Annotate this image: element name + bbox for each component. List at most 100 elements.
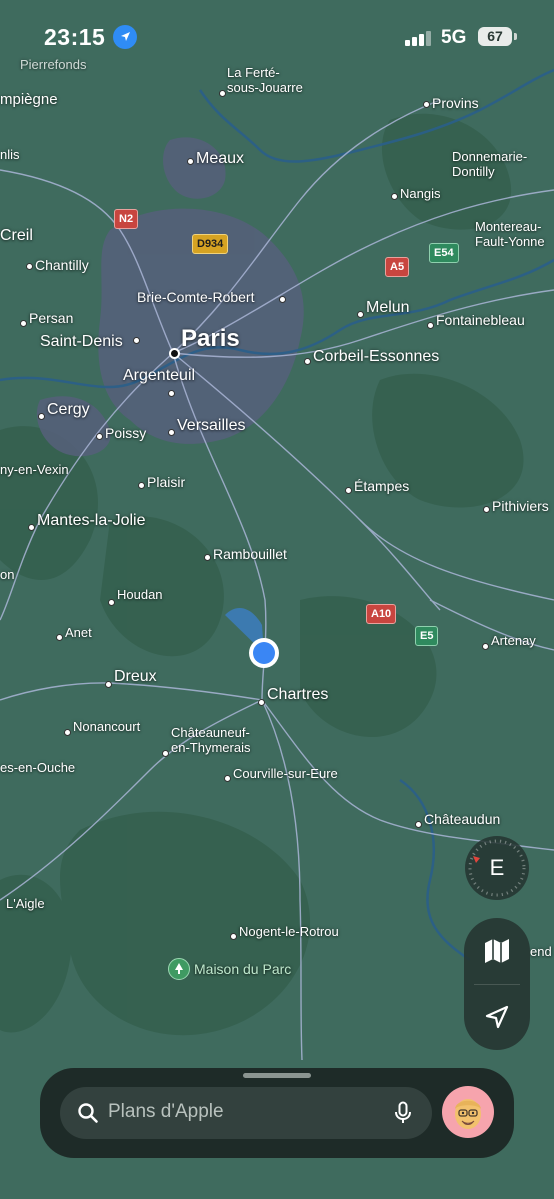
battery-icon: 67 — [478, 27, 512, 46]
town-dot — [133, 337, 140, 344]
town-dot — [423, 101, 430, 108]
capital-dot — [169, 348, 180, 359]
road-shield-e5: E5 — [415, 626, 439, 646]
place-label[interactable]: es-en-Ouche — [0, 760, 75, 776]
town-dot — [230, 933, 237, 940]
town-dot — [162, 750, 169, 757]
place-label[interactable]: Dreux — [114, 668, 157, 686]
place-label[interactable]: Mantes-la-Jolie — [37, 512, 145, 530]
place-label[interactable]: Cergy — [47, 401, 90, 419]
place-label[interactable]: on — [0, 567, 14, 583]
compass-button[interactable]: E — [465, 836, 529, 900]
town-dot — [105, 681, 112, 688]
place-label[interactable]: Fontainebleau — [436, 312, 525, 328]
capital-label[interactable]: Paris — [181, 325, 240, 353]
place-label[interactable]: Artenay — [491, 633, 536, 649]
place-label[interactable]: Nangis — [400, 186, 440, 202]
town-dot — [64, 729, 71, 736]
park-label[interactable]: Maison du Parc — [194, 961, 291, 977]
town-dot — [20, 320, 27, 327]
sheet-grabber[interactable] — [243, 1073, 311, 1078]
place-label[interactable]: Chantilly — [35, 257, 89, 273]
town-dot — [304, 358, 311, 365]
town-dot — [26, 263, 33, 270]
town-dot — [279, 296, 286, 303]
place-label[interactable]: Nonancourt — [73, 719, 140, 735]
town-dot — [187, 158, 194, 165]
town-dot — [483, 506, 490, 513]
town-dot — [258, 699, 265, 706]
place-label[interactable]: L'Aigle — [6, 896, 45, 912]
place-label[interactable]: Corbeil-Essonnes — [313, 348, 439, 366]
search-placeholder[interactable]: Plans d'Apple — [108, 1101, 224, 1123]
road-shield-d934: D934 — [192, 234, 229, 254]
place-label[interactable]: Meaux — [196, 150, 244, 168]
clock: 23:15 — [44, 24, 106, 50]
place-label[interactable]: Houdan — [117, 587, 163, 603]
place-label[interactable]: Brie-Comte-Robert — [137, 289, 254, 305]
place-label[interactable]: Chartres — [267, 686, 328, 704]
location-arrow-icon — [485, 1005, 509, 1029]
road-shield-e54: E54 — [429, 243, 459, 263]
place-label[interactable]: Anet — [65, 625, 92, 641]
town-dot — [482, 643, 489, 650]
town-dot — [108, 599, 115, 606]
place-label[interactable]: Pithiviers — [492, 498, 549, 514]
current-location-dot — [253, 642, 275, 664]
town-dot — [56, 634, 63, 641]
place-label[interactable]: La Ferté- sous-Jouarre — [227, 65, 303, 96]
profile-avatar[interactable] — [442, 1086, 494, 1138]
map-mode-button[interactable] — [464, 918, 530, 984]
cellular-signal-icon — [405, 31, 431, 46]
search-icon — [78, 1103, 98, 1123]
town-dot — [28, 524, 35, 531]
place-label[interactable]: Montereau- Fault-Yonne — [475, 219, 545, 250]
place-label[interactable]: Provins — [432, 95, 479, 111]
town-dot — [38, 413, 45, 420]
town-dot — [345, 487, 352, 494]
town-dot — [427, 322, 434, 329]
place-label[interactable]: Versailles — [177, 417, 245, 435]
place-label[interactable]: Pierrefonds — [20, 57, 86, 73]
place-label[interactable]: Argenteuil — [123, 367, 195, 385]
place-label[interactable]: Poissy — [105, 425, 146, 441]
place-label[interactable]: Creil — [0, 227, 33, 245]
town-dot — [415, 821, 422, 828]
park-icon[interactable] — [168, 958, 190, 980]
place-label[interactable]: Châteaudun — [424, 811, 500, 827]
place-label[interactable]: Melun — [366, 299, 410, 317]
map-controls — [464, 918, 530, 1050]
place-label[interactable]: Persan — [29, 310, 73, 326]
battery-tip — [514, 33, 517, 40]
place-label[interactable]: end — [530, 944, 552, 960]
place-label[interactable]: Rambouillet — [213, 546, 287, 562]
place-label[interactable]: Saint-Denis — [40, 333, 123, 351]
microphone-icon[interactable] — [394, 1101, 412, 1125]
town-dot — [204, 554, 211, 561]
place-label[interactable]: Nogent-le-Rotrou — [239, 924, 339, 940]
place-label[interactable]: Étampes — [354, 478, 409, 494]
network-type: 5G — [441, 27, 467, 48]
compass-heading: E — [489, 855, 505, 880]
place-label[interactable]: nlis — [0, 147, 20, 163]
town-dot — [96, 433, 103, 440]
place-label[interactable]: Plaisir — [147, 474, 185, 490]
location-services-icon — [113, 25, 137, 49]
town-dot — [391, 193, 398, 200]
town-dot — [357, 311, 364, 318]
place-label[interactable]: ny-en-Vexin — [0, 462, 69, 478]
search-field[interactable]: Plans d'Apple — [60, 1087, 432, 1139]
town-dot — [224, 775, 231, 782]
road-shield-n2: N2 — [114, 209, 139, 229]
track-location-button[interactable] — [464, 984, 530, 1050]
town-dot — [219, 90, 226, 97]
town-dot — [168, 390, 175, 397]
road-shield-a5: A5 — [385, 257, 410, 277]
place-label[interactable]: Courville-sur-Eure — [233, 766, 338, 782]
town-dot — [168, 429, 175, 436]
memoji-avatar-icon — [455, 1099, 481, 1129]
place-label[interactable]: Châteauneuf- en-Thymerais — [171, 725, 250, 756]
place-label[interactable]: mpiègne — [0, 91, 58, 108]
place-label[interactable]: Donnemarie- Dontilly — [452, 149, 527, 180]
town-dot — [138, 482, 145, 489]
